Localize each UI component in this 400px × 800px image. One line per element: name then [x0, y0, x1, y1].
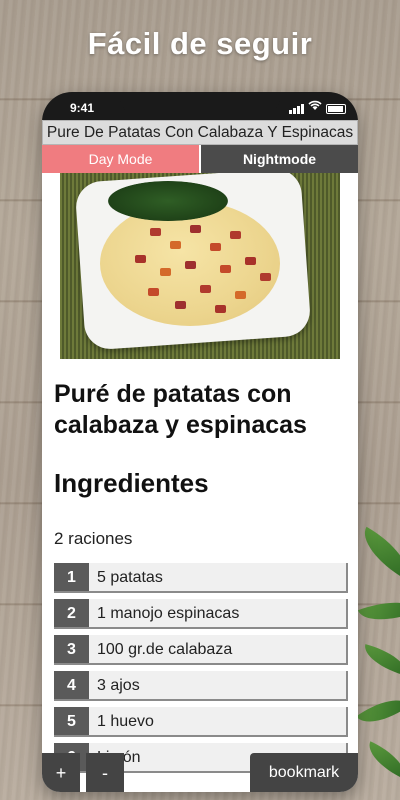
battery-icon — [326, 104, 346, 114]
phone-frame: 9:41 Pure De Patatas Con Calabaza Y Espi… — [42, 92, 358, 792]
signal-icon — [289, 104, 304, 114]
ingredient-number: 4 — [54, 671, 89, 699]
ingredients-heading: Ingredientes — [54, 468, 209, 498]
ingredient-text: 100 gr.de calabaza — [97, 641, 233, 658]
app-title-bar: Pure De Patatas Con Calabaza Y Espinacas — [42, 120, 358, 145]
promo-title: Fácil de seguir — [87, 26, 313, 61]
ingredient-number: 2 — [54, 599, 89, 627]
ingredient-number: 5 — [54, 707, 89, 735]
ingredient-row: 4 3 ajos — [54, 671, 348, 701]
mode-toggle: Day Mode Nightmode — [42, 145, 358, 173]
recipe-title: Puré de patatas con calabaza y espinacas — [54, 380, 307, 439]
ingredient-row: 2 1 manojo espinacas — [54, 599, 348, 629]
wifi-icon — [308, 100, 322, 114]
ingredient-row: 1 5 patatas — [54, 563, 348, 593]
status-bar: 9:41 — [42, 92, 358, 120]
ingredients-list: 1 5 patatas 2 1 manojo espinacas 3 100 g… — [54, 563, 348, 779]
servings-text: 2 raciones — [54, 529, 133, 548]
ingredient-row: 3 100 gr.de calabaza — [54, 635, 348, 665]
status-time: 9:41 — [70, 101, 95, 115]
ingredient-row: 5 1 huevo — [54, 707, 348, 737]
ingredient-text: 1 manojo espinacas — [97, 605, 240, 622]
ingredient-text: 1 huevo — [97, 713, 154, 730]
zoom-in-button[interactable]: + — [42, 753, 80, 792]
recipe-image — [60, 173, 340, 359]
zoom-out-button[interactable]: - — [86, 753, 124, 792]
ingredient-number: 1 — [54, 563, 89, 591]
status-icons — [289, 100, 346, 114]
spinach-shape — [108, 181, 228, 221]
ingredient-text: 3 ajos — [97, 677, 140, 694]
phone-notch — [120, 92, 280, 114]
night-mode-button[interactable]: Nightmode — [199, 145, 358, 173]
day-mode-button[interactable]: Day Mode — [42, 145, 199, 173]
bookmark-button[interactable]: bookmark — [250, 753, 358, 792]
bottom-toolbar: + - bookmark — [42, 748, 358, 792]
app-screen: Pure De Patatas Con Calabaza Y Espinacas… — [42, 120, 358, 792]
ingredient-number: 3 — [54, 635, 89, 663]
ingredient-text: 5 patatas — [97, 569, 163, 586]
